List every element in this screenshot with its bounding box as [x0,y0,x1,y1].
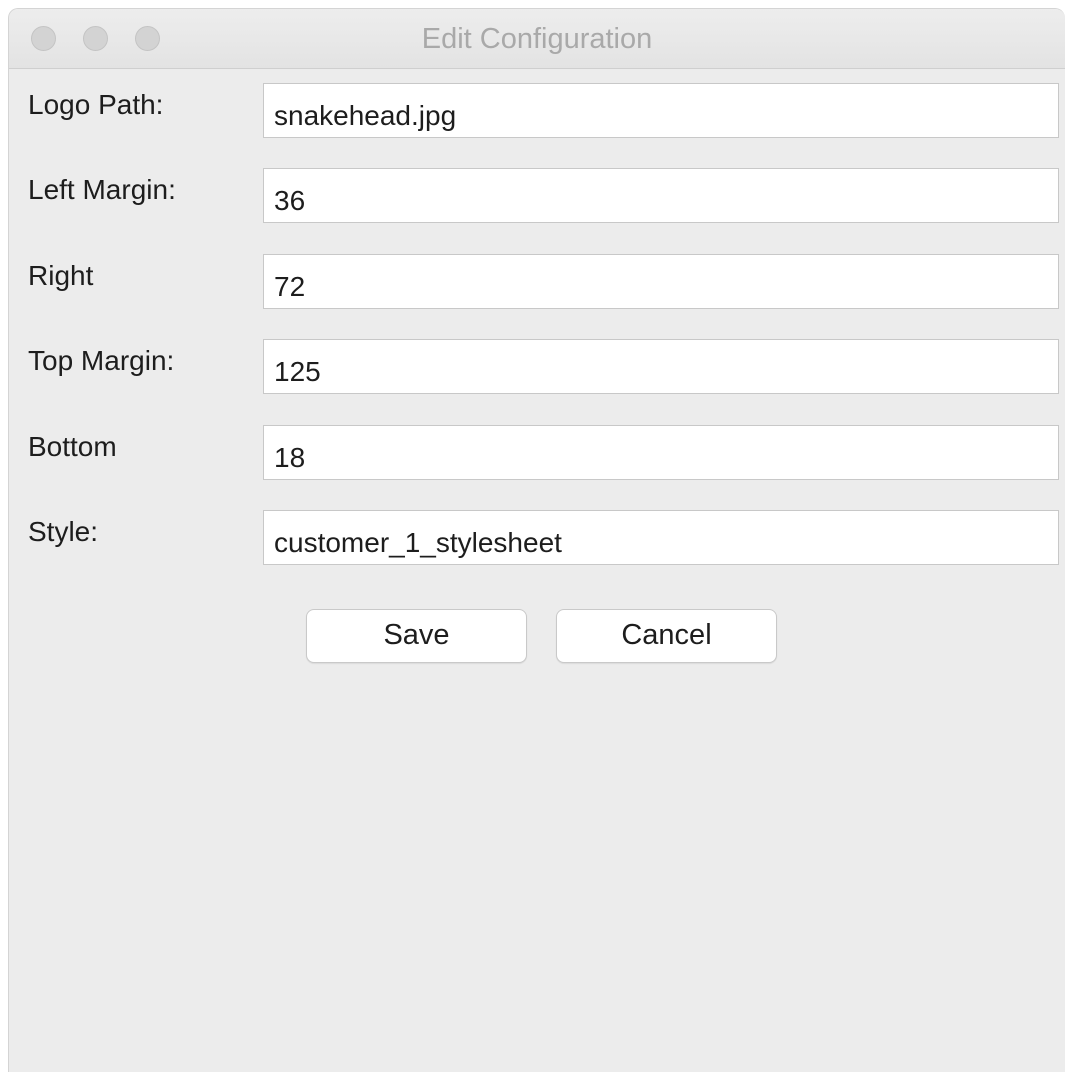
style-input[interactable] [263,510,1059,565]
right-margin-input[interactable] [263,254,1059,309]
save-button[interactable]: Save [306,609,527,663]
right-margin-row: Right [9,254,1065,314]
logo-path-input[interactable] [263,83,1059,138]
bottom-margin-input[interactable] [263,425,1059,480]
left-margin-label: Left Margin: [28,174,176,205]
left-margin-row: Left Margin: [9,168,1065,228]
title-bar[interactable]: Edit Configuration [9,9,1065,69]
top-margin-input[interactable] [263,339,1059,394]
right-margin-label: Right [28,260,94,291]
style-label: Style: [28,516,99,547]
window-title: Edit Configuration [421,23,653,55]
style-row: Style: [9,510,1065,570]
logo-path-label: Logo Path: [28,89,164,120]
logo-path-row: Logo Path: [9,83,1065,143]
bottom-margin-label: Bottom [28,431,117,462]
cancel-button[interactable]: Cancel [556,609,777,663]
top-margin-label: Top Margin: [28,345,175,376]
left-margin-input[interactable] [263,168,1059,223]
edit-configuration-window: Edit Configuration Logo Path: Left Margi… [8,8,1065,1072]
bottom-margin-row: Bottom [9,425,1065,485]
top-margin-row: Top Margin: [9,339,1065,399]
